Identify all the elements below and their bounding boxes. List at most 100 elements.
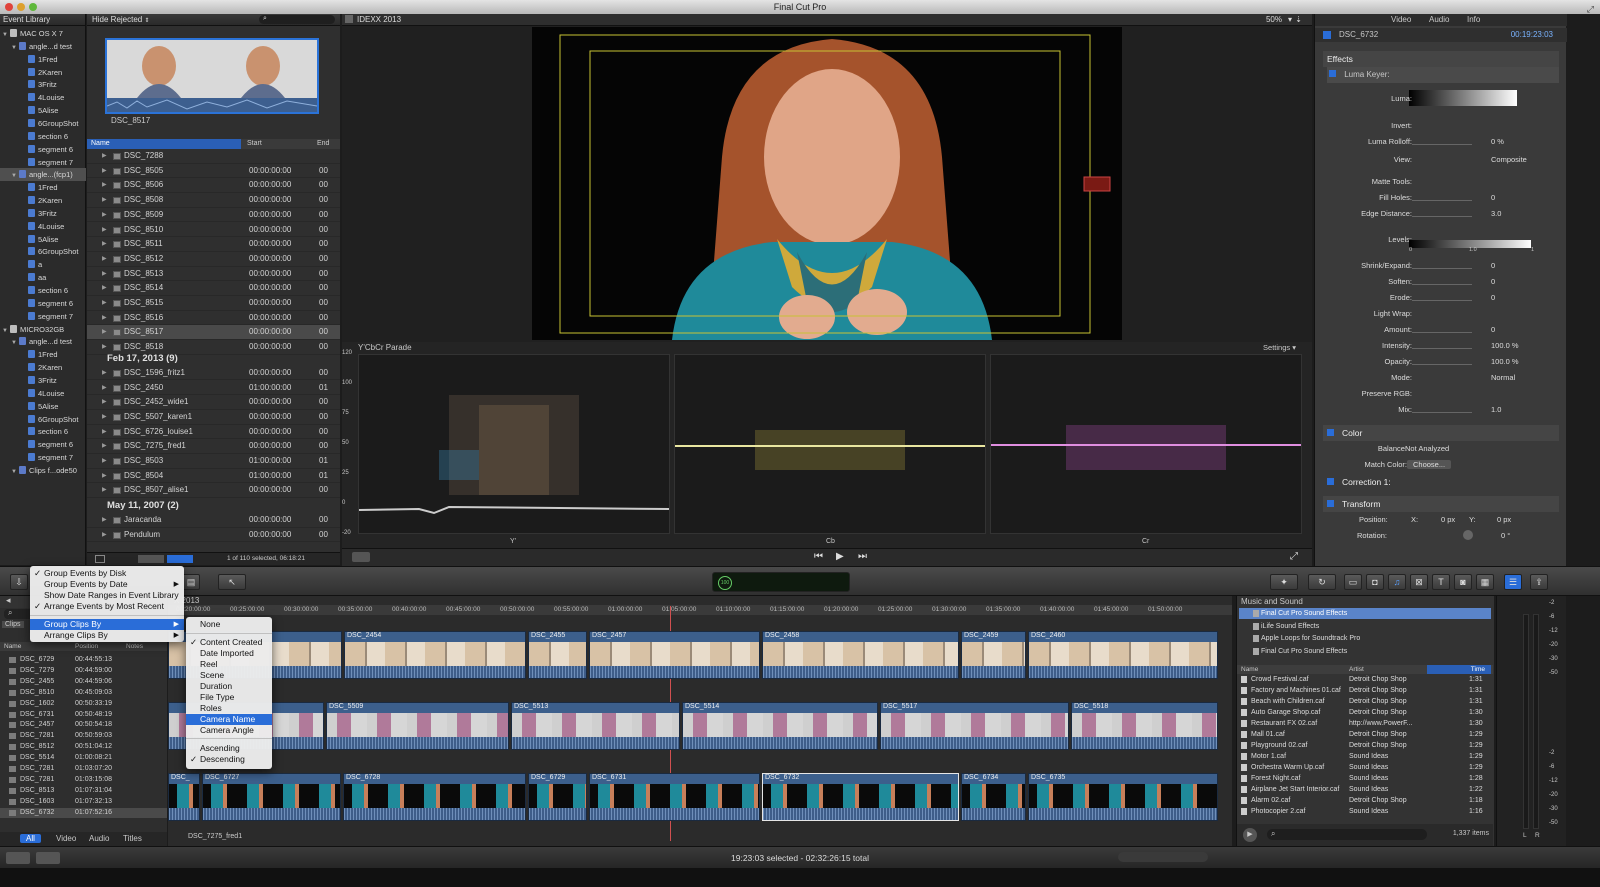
correction-row[interactable]: Correction 1:	[1323, 474, 1559, 490]
clip-row[interactable]: ▶ DSC_5507_karen1 00:00:00:00 00	[87, 410, 340, 425]
background-tasks-icon[interactable]	[6, 852, 30, 864]
param-slider[interactable]	[1412, 300, 1472, 301]
index-column-name[interactable]: Name	[4, 642, 21, 651]
clip-row[interactable]: ▶ DSC_8511 00:00:00:00 00	[87, 237, 340, 252]
library-item[interactable]: segment 7	[0, 156, 86, 169]
disclosure-triangle-icon[interactable]: ▶	[102, 178, 107, 193]
disclosure-triangle-icon[interactable]: ▶	[102, 237, 107, 252]
library-item[interactable]: 5Alise	[0, 400, 86, 413]
inspector-toggle-button[interactable]: ▭	[1344, 574, 1362, 590]
music-browser-button[interactable]: ♫	[1388, 574, 1406, 590]
timeline-clip[interactable]: DSC_5514	[682, 702, 878, 750]
clip-row[interactable]: ▶ DSC_8514 00:00:00:00 00	[87, 281, 340, 296]
sound-column-time[interactable]: Time	[1427, 665, 1491, 674]
sound-row[interactable]: Motor 1.caf Sound Ideas 1:29	[1239, 751, 1491, 762]
index-clips-tab[interactable]: Clips	[2, 621, 24, 628]
menu-item[interactable]: ✓ Group Events by Disk	[30, 568, 184, 579]
disclosure-triangle-icon[interactable]: ▼	[11, 466, 19, 477]
index-row[interactable]: DSC_7281 01:03:07:20	[0, 764, 167, 775]
menu-item[interactable]: Group Events by Date ▶	[30, 579, 184, 590]
param-value[interactable]: 3.0	[1491, 209, 1501, 218]
disclosure-triangle-icon[interactable]: ▶	[102, 208, 107, 223]
fullscreen-play-icon[interactable]: ⤢	[1290, 551, 1298, 562]
menu-item[interactable]: Scene	[186, 670, 272, 681]
disclosure-triangle-icon[interactable]: ▶	[102, 311, 107, 326]
previous-frame-icon[interactable]: ⏮	[814, 551, 823, 562]
timeline-clip[interactable]: DSC_5509	[326, 702, 509, 750]
menu-item[interactable]: Date Imported	[186, 648, 272, 659]
themes-button[interactable]: ▦	[1476, 574, 1494, 590]
fullscreen-icon[interactable]: ⤢	[1587, 2, 1594, 16]
column-name[interactable]: Name	[87, 139, 241, 149]
clip-row[interactable]: ▶ DSC_8512 00:00:00:00 00	[87, 252, 340, 267]
tab-info[interactable]: Info	[1467, 15, 1480, 24]
library-item[interactable]: 6GroupShot	[0, 117, 86, 130]
library-item[interactable]: 2Karen	[0, 194, 86, 207]
clip-row[interactable]: ▶ DSC_8504 01:00:00:00 01	[87, 469, 340, 484]
disclosure-triangle-icon[interactable]: ▶	[102, 528, 107, 543]
library-item[interactable]: ▼ angle...(fcp1)	[0, 168, 86, 182]
column-start[interactable]: Start	[247, 139, 262, 149]
view-options-icon[interactable]: ⇣	[1295, 14, 1302, 26]
clip-row[interactable]: ▶ DSC_8513 00:00:00:00 00	[87, 267, 340, 282]
timeline-clip[interactable]: DSC_5513	[511, 702, 680, 750]
menu-item[interactable]: Show Date Ranges in Event Library	[30, 590, 184, 601]
back-arrow-icon[interactable]: ◂	[6, 595, 11, 606]
index-row[interactable]: DSC_7281 00:50:59:03	[0, 731, 167, 742]
library-item[interactable]: segment 7	[0, 451, 86, 464]
index-tab-video[interactable]: Video	[56, 834, 76, 843]
param-value[interactable]: 100.0 %	[1491, 341, 1519, 350]
sound-row[interactable]: Restaurant FX 02.caf http://www.PowerF...…	[1239, 718, 1491, 729]
library-item[interactable]: 3Fritz	[0, 207, 86, 220]
index-row[interactable]: DSC_2457 00:50:54:18	[0, 720, 167, 731]
library-item[interactable]: section 6	[0, 425, 86, 438]
library-item[interactable]: 6GroupShot	[0, 413, 86, 426]
param-value[interactable]: 1.0	[1491, 405, 1501, 414]
timeline-clip[interactable]: DSC_6727	[202, 773, 341, 821]
library-item[interactable]: 4Louise	[0, 387, 86, 400]
search-field[interactable]: ⌕	[259, 15, 335, 24]
disclosure-triangle-icon[interactable]: ▶	[102, 366, 107, 381]
sound-row[interactable]: Airplane Jet Start Interior.caf Sound Ide…	[1239, 784, 1491, 795]
menu-item[interactable]: Reel	[186, 659, 272, 670]
index-row[interactable]: DSC_6732 01:07:52:16	[0, 807, 167, 819]
clip-row[interactable]: ▶ DSC_8506 00:00:00:00 00	[87, 178, 340, 194]
timeline-clip[interactable]: DSC_5517	[880, 702, 1069, 750]
param-value[interactable]: 0 %	[1491, 137, 1504, 146]
play-icon[interactable]: ▶	[836, 551, 844, 562]
position-y-value[interactable]: 0 px	[1497, 515, 1511, 524]
preview-play-icon[interactable]: ▶	[1243, 828, 1257, 842]
timeline-clip[interactable]: DSC_6732	[762, 773, 959, 821]
position-x-value[interactable]: 0 px	[1441, 515, 1455, 524]
viewer-image[interactable]	[532, 27, 1122, 340]
skimming-button[interactable]: ↻	[1308, 574, 1336, 590]
inspector-button[interactable]: ☰	[1504, 574, 1522, 590]
index-column-notes[interactable]: Notes	[126, 642, 143, 651]
param-slider[interactable]	[1412, 268, 1472, 269]
library-item[interactable]: 6GroupShot	[0, 245, 86, 258]
param-value[interactable]: 0	[1491, 325, 1495, 334]
menu-item[interactable]: None	[186, 619, 272, 630]
sound-column-artist[interactable]: Artist	[1349, 665, 1364, 674]
index-tab-all[interactable]: All	[20, 834, 41, 843]
list-view-icon[interactable]	[167, 555, 193, 563]
sound-row[interactable]: Beach with Children.caf Detroit Chop Shop…	[1239, 696, 1491, 707]
index-column-position[interactable]: Position	[75, 642, 98, 651]
tab-audio[interactable]: Audio	[1429, 15, 1449, 24]
library-item[interactable]: ▼ angle...d test	[0, 335, 86, 348]
timeline-clip[interactable]: DSC_6735	[1028, 773, 1218, 821]
disclosure-triangle-icon[interactable]: ▼	[11, 42, 19, 53]
param-slider[interactable]	[1412, 412, 1472, 413]
library-item[interactable]: section 6	[0, 130, 86, 143]
library-item[interactable]: a	[0, 258, 86, 271]
sound-source[interactable]: iLife Sound Effects	[1239, 621, 1491, 632]
luma-keyer-header[interactable]: Luma Keyer:	[1327, 67, 1559, 83]
library-item[interactable]: 1Fred	[0, 53, 86, 66]
library-item[interactable]: 2Karen	[0, 66, 86, 79]
timeline-clip[interactable]: DSC_6728	[343, 773, 526, 821]
clip-row[interactable]: ▶ DSC_2450 01:00:00:00 01	[87, 381, 340, 396]
sound-source[interactable]: Final Cut Pro Sound Effects	[1239, 608, 1491, 619]
effects-menu-button[interactable]: ✦	[1270, 574, 1298, 590]
disclosure-triangle-icon[interactable]: ▶	[102, 454, 107, 469]
date-group-header[interactable]: May 11, 2007 (2)	[87, 498, 340, 513]
